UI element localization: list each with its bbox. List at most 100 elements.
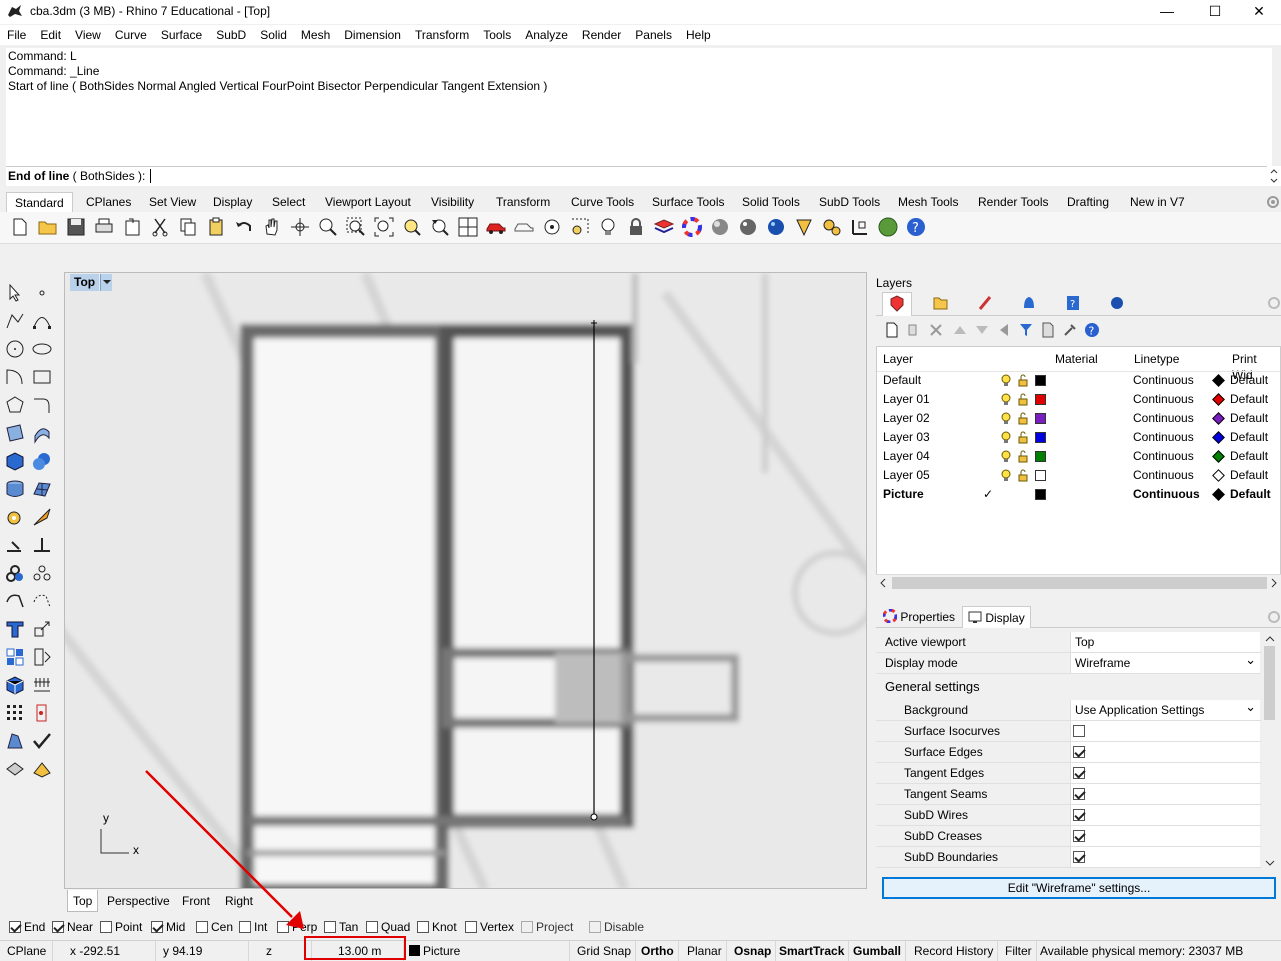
properties-vertical-scrollbar[interactable] (1261, 632, 1278, 872)
layer-color-swatch[interactable] (1035, 451, 1046, 462)
copy-icon[interactable] (177, 216, 199, 238)
column-header-linetype[interactable]: Linetype (1134, 351, 1179, 367)
osnap-checkbox[interactable] (9, 921, 21, 933)
active-viewport-value[interactable]: Top (1070, 632, 1260, 652)
filter-icon[interactable] (1018, 322, 1034, 338)
status-smarttrack[interactable]: SmartTrack (775, 941, 850, 961)
layer-linetype[interactable]: Continuous (1133, 390, 1194, 409)
zoom-selected-icon[interactable] (401, 216, 423, 238)
tab-new-in-v7[interactable]: New in V7 (1122, 192, 1193, 212)
arc-icon[interactable] (4, 366, 26, 388)
box-edit-icon[interactable] (4, 674, 26, 696)
unlock-icon[interactable] (1017, 450, 1029, 463)
layer-color-swatch[interactable] (1035, 470, 1046, 481)
layer-print-width[interactable]: Default (1230, 485, 1271, 504)
cut-icon[interactable] (149, 216, 171, 238)
print-icon[interactable] (93, 216, 115, 238)
subd-boundaries-checkbox[interactable] (1073, 851, 1085, 863)
tab-surface-tools[interactable]: Surface Tools (644, 192, 733, 212)
layout-grid-icon[interactable] (4, 646, 26, 668)
rotate-view-icon[interactable] (289, 216, 311, 238)
scroll-thumb[interactable] (892, 577, 1267, 589)
layer-row[interactable]: Default Continuous Default (877, 371, 1280, 390)
layer-icon[interactable] (653, 216, 675, 238)
tab-standard[interactable]: Standard (6, 192, 73, 212)
viewport-menu-dropdown[interactable] (100, 274, 112, 291)
unlock-icon[interactable] (1017, 469, 1029, 482)
gear-icon[interactable] (1267, 610, 1281, 624)
command-history[interactable]: Command: L Command: _Line Start of line … (6, 48, 1272, 166)
osnap-point[interactable]: Point (100, 919, 142, 935)
minimize-button[interactable]: — (1144, 0, 1190, 24)
menu-help[interactable]: Help (679, 25, 718, 45)
tab-materials[interactable] (971, 292, 1001, 316)
car-render-icon[interactable] (485, 216, 507, 238)
points-grid-icon[interactable] (4, 702, 26, 724)
new-sublayer-icon[interactable] (906, 322, 922, 338)
unlock-icon[interactable] (1017, 374, 1029, 387)
document-icon[interactable] (1040, 322, 1056, 338)
layer-color-swatch[interactable] (1035, 394, 1046, 405)
polyline-icon[interactable] (4, 310, 26, 332)
rectangle-icon[interactable] (31, 366, 53, 388)
undo-icon[interactable] (233, 216, 255, 238)
tab-lights[interactable] (1015, 292, 1045, 316)
menu-view[interactable]: View (68, 25, 108, 45)
menu-panels[interactable]: Panels (628, 25, 679, 45)
move-up-icon[interactable] (952, 322, 968, 338)
osnap-checkbox[interactable] (100, 921, 112, 933)
layer-row[interactable]: Layer 04 Continuous Default (877, 447, 1280, 466)
menu-tools[interactable]: Tools (476, 25, 518, 45)
scroll-thumb[interactable] (1264, 646, 1275, 720)
new-file-icon[interactable] (9, 216, 31, 238)
move-down-icon[interactable] (974, 322, 990, 338)
layer-color-swatch[interactable] (1035, 432, 1046, 443)
layer-linetype[interactable]: Continuous (1133, 371, 1194, 390)
menu-mesh[interactable]: Mesh (294, 25, 337, 45)
layer-row[interactable]: Layer 02 Continuous Default (877, 409, 1280, 428)
ellipse-icon[interactable] (31, 338, 53, 360)
render-light-icon[interactable] (31, 758, 53, 780)
split-icon[interactable] (31, 534, 53, 556)
menu-dimension[interactable]: Dimension (337, 25, 408, 45)
tools-icon[interactable] (1062, 322, 1078, 338)
command-scrollbar[interactable] (1267, 166, 1281, 186)
four-viewports-icon[interactable] (457, 216, 479, 238)
import-icon[interactable] (121, 216, 143, 238)
tangent-seams-checkbox[interactable] (1073, 788, 1085, 800)
osnap-checkbox[interactable] (589, 921, 601, 933)
tab-drafting[interactable]: Drafting (1059, 192, 1117, 212)
menu-surface[interactable]: Surface (154, 25, 209, 45)
extrude-surface-icon[interactable] (31, 422, 53, 444)
box-icon[interactable] (4, 450, 26, 472)
zoom-icon[interactable] (317, 216, 339, 238)
osnap-checkbox[interactable] (417, 921, 429, 933)
layer-print-width[interactable]: Default (1230, 390, 1268, 409)
light-bulb-icon[interactable] (1001, 450, 1011, 463)
snap-grid-icon[interactable] (569, 216, 591, 238)
osnap-disable[interactable]: Disable (589, 919, 644, 935)
osnap-quad[interactable]: Quad (366, 919, 410, 935)
layer-print-width[interactable]: Default (1230, 428, 1268, 447)
zoom-window-icon[interactable] (345, 216, 367, 238)
sphere-icon[interactable] (31, 450, 53, 472)
save-icon[interactable] (65, 216, 87, 238)
scroll-right-icon[interactable] (1269, 577, 1279, 589)
command-prompt-options[interactable]: ( BothSides ): (69, 169, 148, 183)
light-bulb-icon[interactable] (1001, 412, 1011, 425)
column-header-layer[interactable]: Layer (883, 351, 913, 367)
layer-print-width[interactable]: Default (1230, 371, 1268, 390)
gear-solid-icon[interactable] (4, 506, 26, 528)
tab-transform[interactable]: Transform (488, 192, 558, 212)
light-bulb-icon[interactable] (1001, 431, 1011, 444)
status-record-history[interactable]: Record History (910, 941, 999, 961)
blue-sphere-icon[interactable] (765, 216, 787, 238)
tab-set-view[interactable]: Set View (141, 192, 204, 212)
layer-name[interactable]: Layer 01 (883, 390, 930, 409)
undo-view-icon[interactable] (429, 216, 451, 238)
layer-print-width[interactable]: Default (1230, 466, 1268, 485)
tab-curve-tools[interactable]: Curve Tools (563, 192, 642, 212)
scale-icon[interactable] (31, 590, 53, 612)
layer-print-width[interactable]: Default (1230, 409, 1268, 428)
tab-display[interactable]: Display (205, 192, 260, 212)
